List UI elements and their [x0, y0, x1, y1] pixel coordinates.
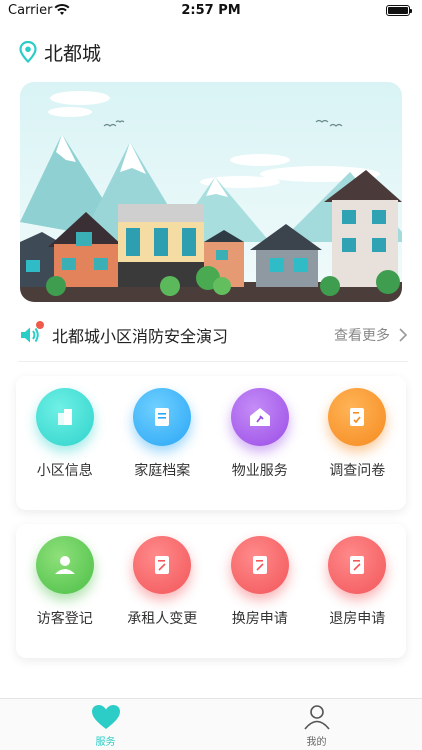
service-survey[interactable]: 调查问卷 — [317, 388, 397, 510]
service-label: 物业服务 — [231, 463, 288, 479]
divider — [18, 361, 408, 362]
location-pin-icon — [19, 41, 37, 63]
service-label: 承租人变更 — [127, 611, 198, 627]
service-label: 调查问卷 — [329, 463, 386, 479]
speaker-icon — [18, 321, 44, 346]
service-label: 退房申请 — [329, 611, 386, 627]
document-icon — [133, 388, 192, 446]
heart-icon — [91, 705, 120, 729]
battery-icon — [386, 5, 412, 16]
view-more-link[interactable]: 查看更多 — [334, 325, 408, 345]
status-time: 2:57 PM — [181, 3, 241, 18]
banner-illustration — [20, 82, 402, 302]
service-label: 家庭档案 — [134, 463, 191, 479]
service-label: 访客登记 — [36, 611, 93, 627]
notice-badge — [36, 321, 44, 329]
notice-bar[interactable]: 北都城小区消防安全演习 查看更多 — [18, 320, 408, 350]
tab-mine[interactable]: 我的 — [211, 699, 422, 750]
form-icon — [328, 536, 387, 594]
survey-icon — [328, 388, 387, 446]
location-selector[interactable]: 北都城 — [18, 40, 102, 65]
tab-label: 我的 — [306, 737, 327, 748]
tab-bar: 服务 我的 — [0, 698, 422, 750]
chevron-right-icon — [399, 328, 408, 342]
service-room-exchange[interactable]: 换房申请 — [220, 536, 300, 658]
location-name: 北都城 — [44, 42, 102, 65]
service-family-records[interactable]: 家庭档案 — [122, 388, 202, 510]
service-tenant-change[interactable]: 承租人变更 — [122, 536, 202, 658]
form-icon — [133, 536, 192, 594]
service-property-service[interactable]: 物业服务 — [220, 388, 300, 510]
form-icon — [230, 536, 289, 594]
house-repair-icon — [230, 388, 289, 446]
tab-services[interactable]: 服务 — [0, 699, 211, 750]
banner-image[interactable] — [20, 82, 402, 302]
status-bar: Carrier 2:57 PM — [0, 0, 422, 22]
service-checkout[interactable]: 退房申请 — [317, 536, 397, 658]
tab-label: 服务 — [95, 737, 116, 748]
notice-text: 北都城小区消防安全演习 — [52, 327, 229, 346]
service-community-info[interactable]: 小区信息 — [25, 388, 105, 510]
service-label: 小区信息 — [36, 463, 93, 479]
services-card-secondary: 访客登记 承租人变更 换房申请 退房申请 — [16, 524, 406, 658]
visitor-icon — [35, 536, 94, 594]
view-more-label: 查看更多 — [334, 328, 390, 344]
building-icon — [35, 388, 94, 446]
service-visitor-registration[interactable]: 访客登记 — [25, 536, 105, 658]
services-card-primary: 小区信息 家庭档案 物业服务 调查问卷 — [16, 376, 406, 510]
person-icon — [303, 705, 330, 730]
service-label: 换房申请 — [231, 611, 288, 627]
